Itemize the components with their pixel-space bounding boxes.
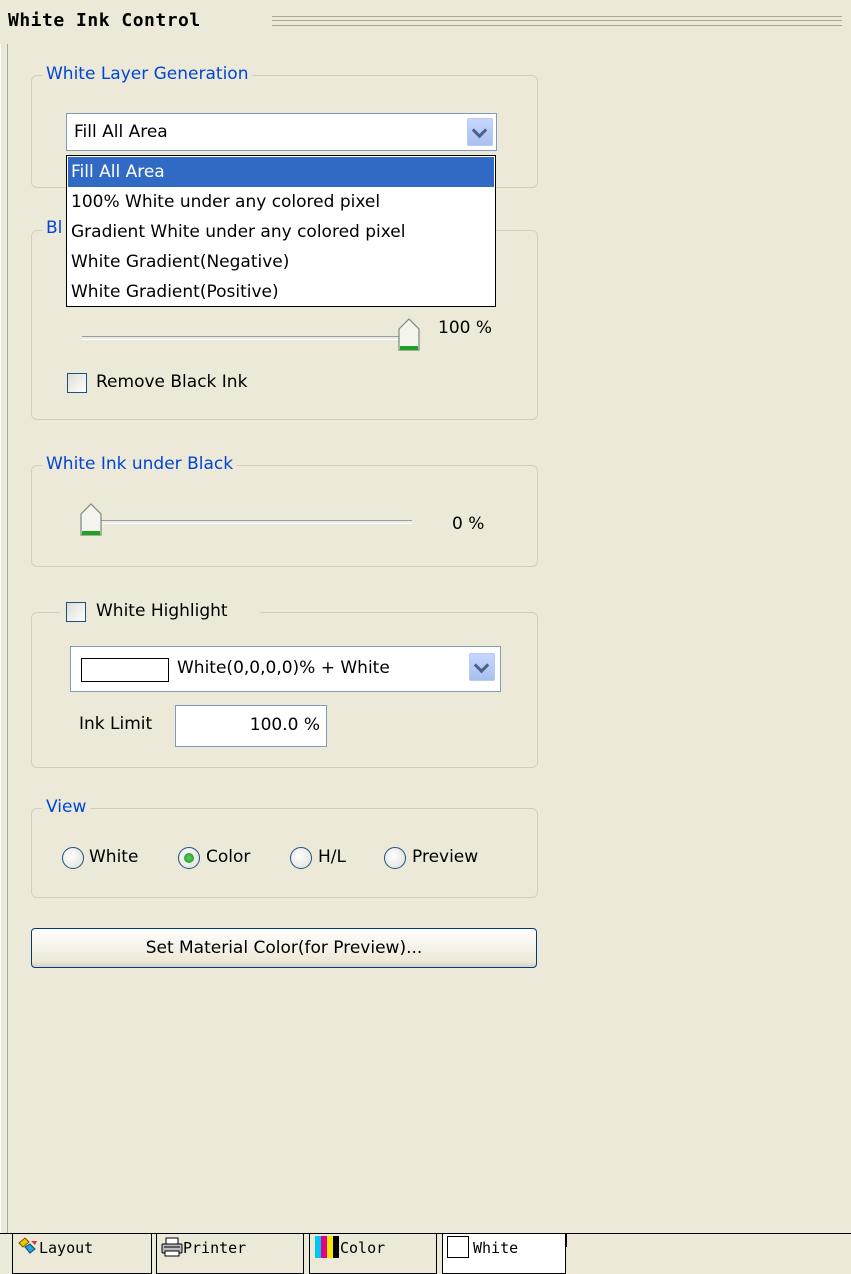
highlight-color-value: White(0,0,0,0)% + White bbox=[177, 658, 390, 678]
tab-bar-empty bbox=[566, 1234, 851, 1247]
tab-color-label: Color bbox=[340, 1239, 386, 1257]
dropdown-option[interactable]: Gradient White under any colored pixel bbox=[68, 217, 494, 247]
black-slider-track[interactable] bbox=[82, 336, 412, 340]
title-divider bbox=[272, 16, 842, 26]
panel-title: White Ink Control bbox=[8, 10, 201, 31]
tab-white[interactable]: White bbox=[442, 1234, 566, 1274]
radio-selected-dot bbox=[184, 853, 194, 863]
view-color-radio[interactable] bbox=[178, 847, 200, 869]
white-layer-dropdown-list: Fill All Area 100% White under any color… bbox=[66, 155, 496, 307]
dropdown-button[interactable] bbox=[467, 118, 493, 146]
white-under-black-slider-track[interactable] bbox=[82, 520, 412, 524]
tab-layout[interactable]: Layout bbox=[12, 1234, 152, 1274]
tab-white-label: White bbox=[473, 1239, 519, 1257]
white-layer-combo-value: Fill All Area bbox=[74, 122, 168, 142]
dropdown-option[interactable]: Fill All Area bbox=[68, 157, 494, 187]
view-hl-radio[interactable] bbox=[290, 847, 312, 869]
white-highlight-checkbox[interactable] bbox=[66, 602, 86, 622]
dropdown-option[interactable]: White Gradient(Positive) bbox=[68, 277, 494, 307]
printer-icon bbox=[161, 1237, 183, 1257]
chevron-down-icon bbox=[473, 657, 490, 674]
white-layer-legend: White Layer Generation bbox=[42, 64, 253, 84]
black-slider-thumb[interactable] bbox=[398, 318, 420, 352]
white-layer-combo[interactable]: Fill All Area bbox=[66, 113, 497, 151]
ink-limit-label: Ink Limit bbox=[79, 714, 153, 734]
remove-black-label: Remove Black Ink bbox=[96, 372, 248, 392]
view-white-label: White bbox=[89, 847, 139, 867]
view-preview-label: Preview bbox=[412, 847, 479, 867]
view-legend: View bbox=[42, 797, 91, 817]
black-slider-value: 100 % bbox=[438, 318, 493, 338]
white-highlight-label: White Highlight bbox=[96, 601, 228, 621]
dropdown-option[interactable]: 100% White under any colored pixel bbox=[68, 187, 494, 217]
white-under-black-value: 0 % bbox=[452, 514, 485, 534]
tab-printer[interactable]: Printer bbox=[156, 1234, 304, 1274]
white-under-black-legend: White Ink under Black bbox=[42, 454, 238, 474]
dropdown-option[interactable]: White Gradient(Negative) bbox=[68, 247, 494, 277]
black-ink-legend: Bl bbox=[42, 218, 67, 238]
tab-color[interactable]: Color bbox=[309, 1234, 437, 1274]
view-hl-label: H/L bbox=[318, 847, 346, 867]
highlight-color-combo[interactable]: White(0,0,0,0)% + White bbox=[70, 646, 501, 692]
tab-printer-label: Printer bbox=[183, 1239, 247, 1257]
view-white-radio[interactable] bbox=[62, 847, 84, 869]
view-preview-radio[interactable] bbox=[384, 847, 406, 869]
panel-edge bbox=[0, 44, 8, 1234]
white-under-black-slider-thumb[interactable] bbox=[80, 503, 102, 537]
view-color-label: Color bbox=[206, 847, 251, 867]
set-material-color-button[interactable]: Set Material Color(for Preview)... bbox=[31, 928, 537, 968]
remove-black-checkbox[interactable] bbox=[67, 373, 87, 393]
highlight-dropdown-button[interactable] bbox=[469, 653, 495, 681]
color-bars-icon bbox=[315, 1236, 339, 1258]
ink-limit-input[interactable]: 100.0 % bbox=[175, 705, 327, 747]
white-swatch-icon bbox=[447, 1236, 469, 1258]
tab-layout-label: Layout bbox=[39, 1239, 94, 1257]
color-swatch bbox=[81, 658, 169, 682]
layout-icon bbox=[18, 1237, 37, 1254]
chevron-down-icon bbox=[471, 122, 488, 139]
